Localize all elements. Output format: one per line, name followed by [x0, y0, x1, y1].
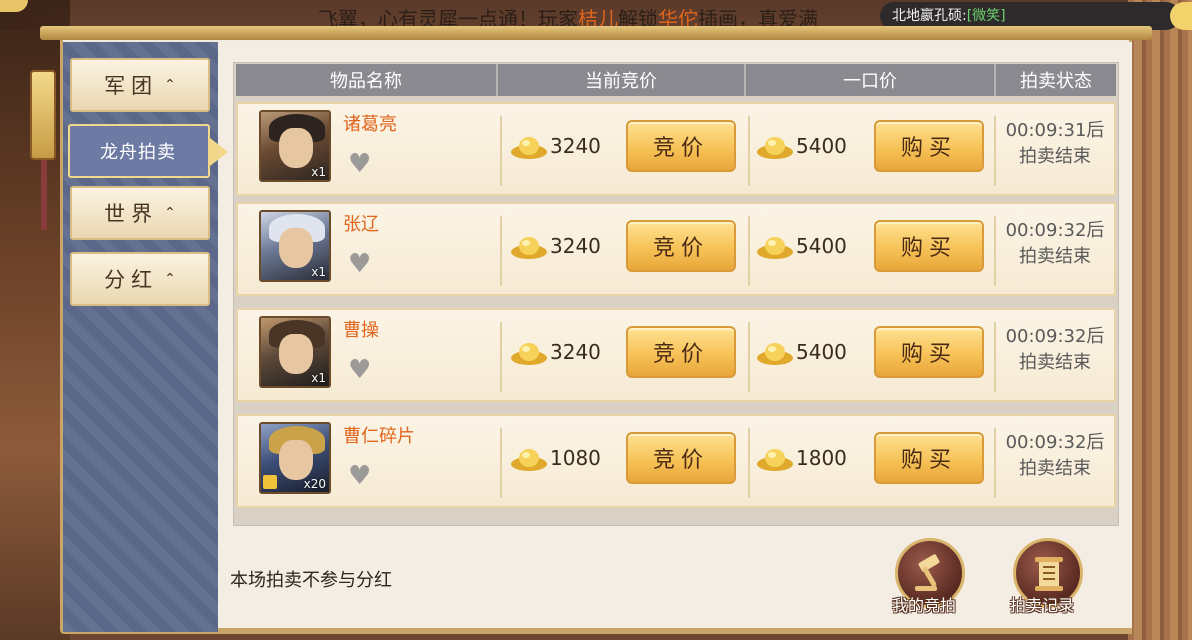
buy-button[interactable]: 购买 — [874, 220, 984, 272]
gold-ingot-icon — [511, 237, 547, 259]
column-divider — [748, 428, 750, 498]
my-bids-label: 我的竞拍 — [892, 596, 957, 615]
gold-ingot-icon — [757, 237, 793, 259]
item-name: 张辽 — [343, 214, 379, 235]
hero-portrait[interactable]: x1 — [259, 210, 331, 282]
auction-status: 00:09:31后 拍卖结束 — [996, 118, 1114, 170]
auction-status: 00:09:32后 拍卖结束 — [996, 324, 1114, 376]
gold-ingot-icon — [757, 343, 793, 365]
lantern-rod — [41, 160, 47, 230]
status-text: 拍卖结束 — [1019, 146, 1091, 167]
item-count: x1 — [311, 371, 326, 385]
column-divider — [500, 216, 502, 286]
buy-button[interactable]: 购买 — [874, 120, 984, 172]
status-countdown: 00:09:31后 — [1005, 120, 1105, 141]
item-count: x1 — [311, 165, 326, 179]
dividend-note: 本场拍卖不参与分红 — [230, 570, 392, 591]
chat-message: [微笑] — [966, 8, 1006, 24]
bid-button[interactable]: 竞价 — [626, 220, 736, 272]
bid-button[interactable]: 竞价 — [626, 120, 736, 172]
item-count: x20 — [303, 477, 326, 491]
heart-icon[interactable]: ♥ — [348, 356, 376, 384]
column-divider — [748, 116, 750, 186]
portrait-face — [279, 128, 313, 168]
table-row: x20 曹仁碎片 ♥ 1080 竞价 1800 购买 00:09:32后 拍卖结… — [236, 414, 1116, 508]
current-bid-value: 3240 — [550, 234, 601, 258]
buy-button[interactable]: 购买 — [874, 326, 984, 378]
active-tab-pointer-icon — [210, 138, 228, 166]
column-divider — [748, 322, 750, 392]
panel-bottom-edge — [218, 628, 1132, 634]
buyout-value: 5400 — [796, 234, 847, 258]
lantern-decoration — [30, 70, 56, 160]
scroll-icon — [1035, 557, 1063, 591]
panel-top-bar — [40, 26, 1152, 40]
portrait-face — [279, 440, 313, 480]
column-divider — [500, 322, 502, 392]
gold-ingot-icon — [511, 137, 547, 159]
gavel-icon — [915, 554, 940, 591]
tab-dragon-boat-auction[interactable]: 龙舟拍卖 — [68, 124, 210, 178]
hero-portrait[interactable]: x1 — [259, 316, 331, 388]
current-bid-value: 3240 — [550, 134, 601, 158]
table-row: x1 曹操 ♥ 3240 竞价 5400 购买 00:09:32后 拍卖结束 — [236, 308, 1116, 402]
buyout-value: 5400 — [796, 340, 847, 364]
auction-status: 00:09:32后 拍卖结束 — [996, 430, 1114, 482]
auction-records-label: 拍卖记录 — [1010, 596, 1075, 615]
hero-portrait[interactable]: x1 — [259, 110, 331, 182]
gold-ingot-icon — [757, 137, 793, 159]
chevron-up-icon: ⌃ — [164, 205, 176, 221]
background-right — [1128, 0, 1192, 640]
chevron-up-icon: ⌃ — [164, 271, 176, 287]
table-header: 物品名称 当前竞价 一口价 拍卖状态 — [236, 64, 1116, 96]
item-name: 诸葛亮 — [343, 114, 397, 135]
heart-icon[interactable]: ♥ — [348, 462, 376, 490]
status-countdown: 00:09:32后 — [1005, 220, 1105, 241]
bid-button[interactable]: 竞价 — [626, 326, 736, 378]
buyout-value: 5400 — [796, 134, 847, 158]
header-status: 拍卖状态 — [1020, 71, 1092, 92]
column-divider — [500, 116, 502, 186]
auction-status: 00:09:32后 拍卖结束 — [996, 218, 1114, 270]
item-name: 曹操 — [343, 320, 379, 341]
tab-dividend[interactable]: 分红 ⌃ — [70, 252, 210, 306]
header-item-name: 物品名称 — [236, 64, 498, 96]
heart-icon[interactable]: ♥ — [348, 150, 376, 178]
table-row: x1 张辽 ♥ 3240 竞价 5400 购买 00:09:32后 拍卖结束 — [236, 202, 1116, 296]
chat-icon[interactable] — [1170, 2, 1192, 30]
chevron-up-icon: ⌃ — [164, 77, 176, 93]
portrait-face — [279, 228, 313, 268]
bid-button[interactable]: 竞价 — [626, 432, 736, 484]
header-current-bid: 当前竞价 — [498, 64, 746, 96]
portrait-face — [279, 334, 313, 374]
gold-ingot-icon — [511, 449, 547, 471]
status-countdown: 00:09:32后 — [1005, 432, 1105, 453]
tab-world-label: 世界 — [104, 202, 159, 226]
tab-legion[interactable]: 军团 ⌃ — [70, 58, 210, 112]
status-text: 拍卖结束 — [1019, 246, 1091, 267]
status-countdown: 00:09:32后 — [1005, 326, 1105, 347]
tab-world[interactable]: 世界 ⌃ — [70, 186, 210, 240]
fragment-badge-icon — [263, 475, 277, 489]
current-bid-value: 1080 — [550, 446, 601, 470]
column-divider — [748, 216, 750, 286]
heart-icon[interactable]: ♥ — [348, 250, 376, 278]
status-text: 拍卖结束 — [1019, 352, 1091, 373]
buy-button[interactable]: 购买 — [874, 432, 984, 484]
buyout-value: 1800 — [796, 446, 847, 470]
hero-portrait[interactable]: x20 — [259, 422, 331, 494]
gold-ingot-icon — [757, 449, 793, 471]
tab-legion-label: 军团 — [104, 74, 159, 98]
tab-dragon-boat-label: 龙舟拍卖 — [100, 142, 176, 163]
table-row: x1 诸葛亮 ♥ 3240 竞价 5400 购买 00:09:31后 拍卖结束 — [236, 102, 1116, 196]
item-count: x1 — [311, 265, 326, 279]
item-name: 曹仁碎片 — [343, 426, 415, 447]
column-divider — [500, 428, 502, 498]
tab-dividend-label: 分红 — [104, 268, 159, 292]
chat-sender: 北地嬴孔硕: — [892, 8, 967, 24]
gold-ingot-icon — [511, 343, 547, 365]
current-bid-value: 3240 — [550, 340, 601, 364]
header-buyout: 一口价 — [746, 64, 996, 96]
status-text: 拍卖结束 — [1019, 458, 1091, 479]
